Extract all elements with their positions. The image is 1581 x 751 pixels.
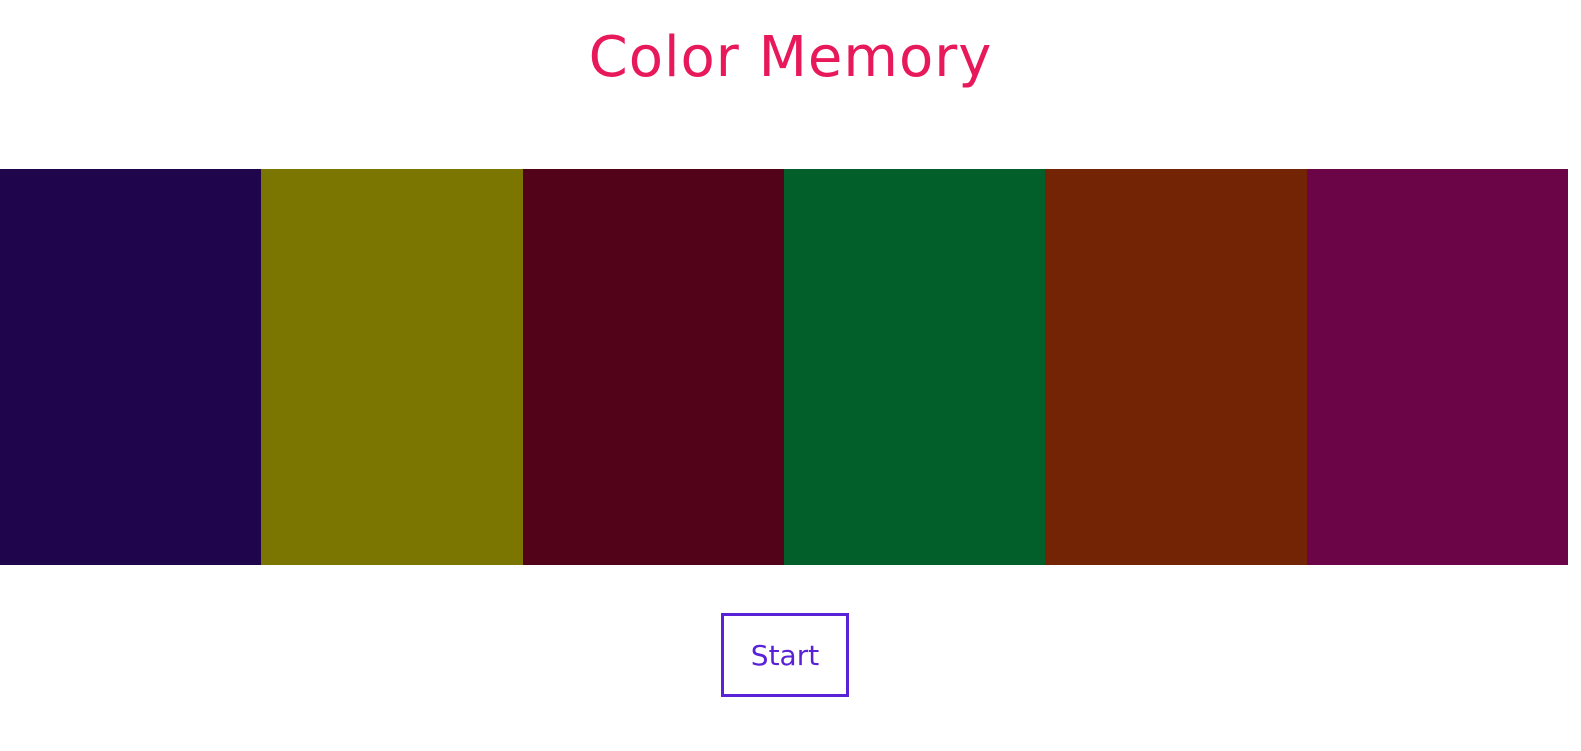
color-swatch-3[interactable] [522, 169, 784, 565]
color-swatch-1[interactable] [0, 169, 262, 565]
start-button[interactable]: Start [721, 613, 849, 697]
color-swatch-5[interactable] [1045, 169, 1307, 565]
color-swatch-row [0, 169, 1568, 565]
page-title: Color Memory [588, 25, 993, 90]
color-swatch-2[interactable] [261, 169, 523, 565]
color-swatch-4[interactable] [783, 169, 1046, 565]
color-swatch-6[interactable] [1306, 169, 1568, 565]
